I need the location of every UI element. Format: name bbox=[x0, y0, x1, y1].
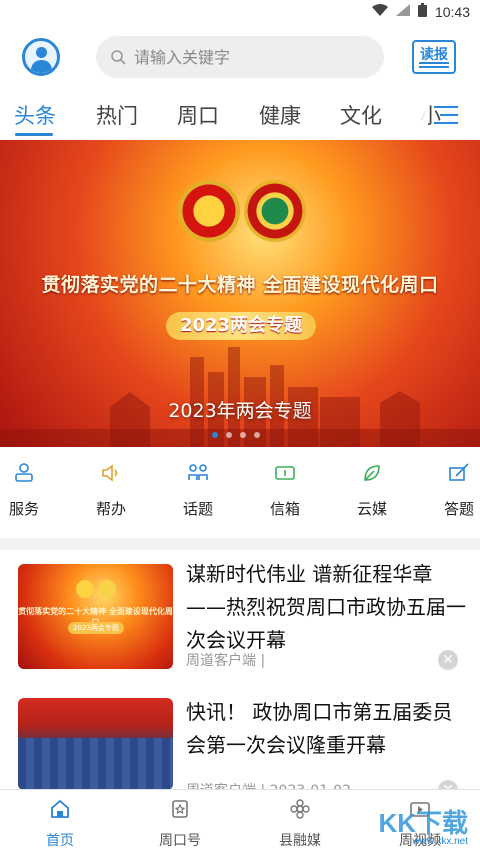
service-label: 服务 bbox=[8, 500, 39, 518]
news-title[interactable]: 快讯！ 政协周口市第五届委员会第一次会议隆重开幕 bbox=[186, 696, 466, 762]
tab-headline[interactable]: 头条 bbox=[14, 100, 56, 130]
news-source: 周道客户端 bbox=[186, 653, 256, 669]
national-emblem-icon bbox=[76, 580, 94, 598]
banner-caption: 2023年两会专题 bbox=[168, 400, 312, 422]
nav-home[interactable]: 首页 bbox=[20, 798, 100, 850]
thumbnail-pill: 2023两会专题 bbox=[68, 622, 124, 634]
nav-label: 县融媒 bbox=[279, 833, 321, 849]
search-bar[interactable] bbox=[96, 36, 384, 78]
tab-zhoukou[interactable]: 周口 bbox=[177, 100, 219, 130]
service-item-mailbox[interactable]: 信箱 bbox=[255, 462, 315, 519]
tab-culture[interactable]: 文化 bbox=[340, 100, 382, 130]
service-item-help[interactable]: 帮办 bbox=[81, 462, 141, 519]
news-item[interactable]: 快讯！ 政协周口市第五届委员会第一次会议隆重开幕 周道客户端 | 2023-01… bbox=[0, 694, 480, 800]
banner-carousel[interactable]: 贯彻落实党的二十大精神 全面建设现代化周口 2023两会专题 2023年两会专题 bbox=[0, 140, 480, 447]
avatar-head-icon bbox=[36, 47, 47, 58]
status-bar: 10:43 bbox=[0, 0, 480, 24]
category-tabs: 头条 热门 周口 健康 文化 小 bbox=[0, 96, 480, 138]
service-item-cloud-media[interactable]: 云媒 bbox=[342, 462, 402, 519]
tabs-fade bbox=[388, 96, 428, 138]
watermark-text: KK下载 bbox=[378, 808, 468, 838]
quick-services: 服务 帮办 话题 信箱 云媒 答题 bbox=[0, 456, 480, 530]
wifi-icon bbox=[371, 4, 388, 20]
dismiss-icon[interactable]: ✕ bbox=[438, 650, 458, 670]
carousel-dot[interactable] bbox=[212, 432, 218, 438]
home-icon bbox=[51, 799, 69, 818]
city-skyline-illustration bbox=[0, 347, 480, 447]
pen-paper-icon bbox=[449, 463, 469, 481]
avatar-body-icon bbox=[31, 60, 52, 73]
nav-label: 周口号 bbox=[159, 833, 201, 849]
news-item[interactable]: 贯彻落实党的二十大精神 全面建设现代化周口 2023两会专题 谋新时代伟业 谱新… bbox=[0, 560, 480, 680]
carousel-dot[interactable] bbox=[226, 432, 232, 438]
service-item-service[interactable]: 服务 bbox=[0, 462, 54, 519]
avatar-button[interactable] bbox=[22, 38, 60, 76]
nav-zhoukou-account[interactable]: 周口号 bbox=[140, 798, 220, 850]
bookmark-icon bbox=[172, 800, 188, 818]
user-stamp-icon bbox=[15, 463, 33, 482]
top-bar: 读报 bbox=[0, 30, 480, 86]
carousel-dot[interactable] bbox=[240, 432, 246, 438]
carousel-dots bbox=[212, 432, 260, 438]
read-newspaper-button[interactable]: 读报 bbox=[412, 40, 456, 74]
service-label: 答题 bbox=[443, 500, 474, 518]
battery-icon bbox=[417, 3, 427, 21]
mail-icon bbox=[275, 466, 295, 480]
search-icon bbox=[111, 50, 126, 65]
speaker-icon bbox=[102, 464, 118, 482]
status-time: 10:43 bbox=[434, 4, 470, 20]
bottom-navigation: 首页 周口号 县融媒 周视频 KK下载 www.kkx.net bbox=[0, 789, 480, 855]
service-item-quiz[interactable]: 答题 bbox=[429, 462, 480, 519]
banner-pill: 2023两会专题 bbox=[166, 312, 316, 340]
meeting-hall-illustration bbox=[18, 738, 173, 790]
flower-icon bbox=[290, 799, 310, 819]
news-thumbnail: 贯彻落实党的二十大精神 全面建设现代化周口 2023两会专题 bbox=[18, 564, 173, 669]
news-thumbnail bbox=[18, 698, 173, 790]
watermark-logo: KK下载 www.kkx.net bbox=[378, 803, 468, 847]
cppcc-emblem-icon bbox=[98, 580, 116, 598]
app-screen: 10:43 读报 头条 热门 周口 健康 文化 小 bbox=[0, 0, 480, 855]
national-emblem-icon bbox=[178, 180, 240, 242]
tab-menu-icon[interactable] bbox=[434, 104, 458, 126]
search-input[interactable] bbox=[134, 47, 354, 67]
service-label: 云媒 bbox=[356, 500, 387, 518]
cppcc-emblem-icon bbox=[244, 180, 306, 242]
news-meta: 周道客户端 | bbox=[186, 653, 266, 669]
service-label: 话题 bbox=[182, 500, 213, 518]
service-item-topic[interactable]: 话题 bbox=[168, 462, 228, 519]
section-divider bbox=[0, 538, 480, 550]
people-icon bbox=[188, 464, 208, 480]
leaf-icon bbox=[364, 465, 380, 481]
service-label: 信箱 bbox=[269, 500, 300, 518]
nav-county-media[interactable]: 县融媒 bbox=[260, 798, 340, 850]
news-title[interactable]: 谋新时代伟业 谱新征程华章——热烈祝贺周口市政协五届一次会议开幕 bbox=[186, 558, 466, 657]
tab-active-indicator bbox=[15, 133, 53, 136]
nav-label: 首页 bbox=[46, 833, 74, 849]
carousel-dot[interactable] bbox=[254, 432, 260, 438]
service-label: 帮办 bbox=[95, 500, 126, 518]
newspaper-icon bbox=[419, 62, 449, 68]
tab-hot[interactable]: 热门 bbox=[96, 100, 138, 130]
banner-headline: 贯彻落实党的二十大精神 全面建设现代化周口 bbox=[41, 274, 439, 296]
signal-icon bbox=[395, 4, 410, 20]
read-newspaper-label: 读报 bbox=[420, 47, 448, 63]
tab-health[interactable]: 健康 bbox=[259, 100, 301, 130]
